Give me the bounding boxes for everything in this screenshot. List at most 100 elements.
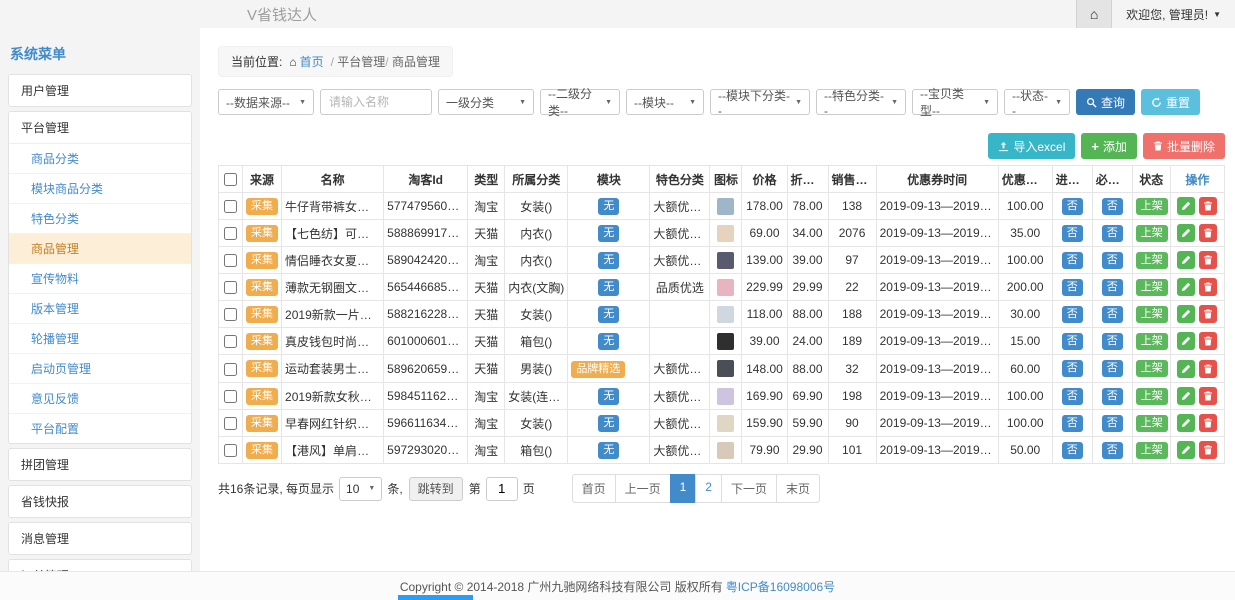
select-all-checkbox[interactable]	[224, 173, 237, 186]
import-select-toggle[interactable]: 否	[1062, 415, 1083, 432]
must-buy-toggle[interactable]: 否	[1102, 333, 1123, 350]
must-buy-toggle[interactable]: 否	[1102, 415, 1123, 432]
must-buy-toggle[interactable]: 否	[1102, 198, 1123, 215]
row-checkbox[interactable]	[224, 417, 237, 430]
import-select-toggle[interactable]: 否	[1062, 306, 1083, 323]
delete-button[interactable]	[1199, 332, 1217, 350]
search-button[interactable]: 查询	[1076, 89, 1135, 115]
delete-button[interactable]	[1199, 197, 1217, 215]
status-toggle[interactable]: 上架	[1136, 333, 1168, 350]
must-buy-toggle[interactable]: 否	[1102, 279, 1123, 296]
row-checkbox[interactable]	[224, 200, 237, 213]
status-toggle[interactable]: 上架	[1136, 306, 1168, 323]
row-checkbox[interactable]	[224, 254, 237, 267]
edit-button[interactable]	[1177, 332, 1195, 350]
sidebar-group-label[interactable]: 用户管理	[9, 75, 191, 106]
delete-button[interactable]	[1199, 305, 1217, 323]
row-checkbox[interactable]	[224, 335, 237, 348]
edit-button[interactable]	[1177, 387, 1195, 405]
page-button[interactable]: 上一页	[615, 474, 671, 503]
sidebar-item[interactable]: 轮播管理	[9, 324, 191, 354]
home-button[interactable]: ⌂	[1076, 0, 1112, 28]
import-select-toggle[interactable]: 否	[1062, 198, 1083, 215]
edit-button[interactable]	[1177, 197, 1195, 215]
filter-select[interactable]: --宝贝类型--▼	[912, 89, 998, 115]
filter-select[interactable]: --模块下分类--▼	[710, 89, 810, 115]
sidebar-group-label[interactable]: 消息管理	[9, 523, 191, 554]
sidebar-item[interactable]: 商品分类	[9, 144, 191, 174]
page-button[interactable]: 下一页	[721, 474, 777, 503]
sidebar-item[interactable]: 宣传物料	[9, 264, 191, 294]
edit-button[interactable]	[1177, 278, 1195, 296]
delete-button[interactable]	[1199, 224, 1217, 242]
row-checkbox[interactable]	[224, 227, 237, 240]
filter-select[interactable]: --特色分类--▼	[816, 89, 906, 115]
filter-select[interactable]: --模块--▼	[626, 89, 704, 115]
user-menu[interactable]: 欢迎您, 管理员! ▼	[1112, 0, 1235, 28]
delete-button[interactable]	[1199, 441, 1217, 459]
add-button[interactable]: + 添加	[1081, 133, 1137, 159]
row-checkbox[interactable]	[224, 363, 237, 376]
delete-button[interactable]	[1199, 251, 1217, 269]
import-select-toggle[interactable]: 否	[1062, 388, 1083, 405]
edit-button[interactable]	[1177, 305, 1195, 323]
status-toggle[interactable]: 上架	[1136, 225, 1168, 242]
jump-button[interactable]: 跳转到	[409, 477, 463, 501]
filter-select[interactable]: 一级分类▼	[438, 89, 534, 115]
page-button[interactable]: 2	[695, 474, 722, 503]
filter-name-input[interactable]	[320, 89, 432, 115]
status-toggle[interactable]: 上架	[1136, 442, 1168, 459]
status-toggle[interactable]: 上架	[1136, 252, 1168, 269]
status-toggle[interactable]: 上架	[1136, 198, 1168, 215]
filter-select[interactable]: --状态--▼	[1004, 89, 1070, 115]
page-size-select[interactable]: 10 ▼	[339, 477, 382, 501]
import-select-toggle[interactable]: 否	[1062, 442, 1083, 459]
status-toggle[interactable]: 上架	[1136, 360, 1168, 377]
delete-button[interactable]	[1199, 278, 1217, 296]
status-toggle[interactable]: 上架	[1136, 415, 1168, 432]
must-buy-toggle[interactable]: 否	[1102, 306, 1123, 323]
icp-link[interactable]: 粤ICP备16098006号	[726, 578, 835, 595]
edit-button[interactable]	[1177, 360, 1195, 378]
sidebar-item[interactable]: 模块商品分类	[9, 174, 191, 204]
delete-button[interactable]	[1199, 360, 1217, 378]
page-button[interactable]: 末页	[776, 474, 820, 503]
filter-select[interactable]: --二级分类--▼	[540, 89, 620, 115]
sidebar-item[interactable]: 特色分类	[9, 204, 191, 234]
reset-button[interactable]: 重置	[1141, 89, 1200, 115]
edit-button[interactable]	[1177, 441, 1195, 459]
sidebar-item[interactable]: 版本管理	[9, 294, 191, 324]
must-buy-toggle[interactable]: 否	[1102, 225, 1123, 242]
edit-button[interactable]	[1177, 224, 1195, 242]
import-select-toggle[interactable]: 否	[1062, 333, 1083, 350]
sidebar-group-label[interactable]: 平台管理	[9, 112, 191, 143]
import-select-toggle[interactable]: 否	[1062, 252, 1083, 269]
sidebar-item[interactable]: 平台配置	[9, 414, 191, 443]
edit-button[interactable]	[1177, 251, 1195, 269]
row-checkbox[interactable]	[224, 444, 237, 457]
must-buy-toggle[interactable]: 否	[1102, 388, 1123, 405]
delete-button[interactable]	[1199, 414, 1217, 432]
status-toggle[interactable]: 上架	[1136, 388, 1168, 405]
batch-delete-button[interactable]: 批量删除	[1143, 133, 1225, 159]
horizontal-scrollbar-thumb[interactable]	[398, 595, 473, 600]
edit-button[interactable]	[1177, 414, 1195, 432]
sidebar-group-label[interactable]: 省钱快报	[9, 486, 191, 517]
page-button[interactable]: 首页	[572, 474, 616, 503]
must-buy-toggle[interactable]: 否	[1102, 360, 1123, 377]
sidebar-item[interactable]: 商品管理	[9, 234, 191, 264]
filter-select[interactable]: --数据来源--▼	[218, 89, 314, 115]
row-checkbox[interactable]	[224, 308, 237, 321]
must-buy-toggle[interactable]: 否	[1102, 442, 1123, 459]
breadcrumb-home-link[interactable]: ⌂ 首页	[289, 53, 323, 70]
import-excel-button[interactable]: 导入excel	[988, 133, 1075, 159]
jump-page-input[interactable]	[486, 477, 518, 501]
sidebar-item[interactable]: 意见反馈	[9, 384, 191, 414]
import-select-toggle[interactable]: 否	[1062, 225, 1083, 242]
status-toggle[interactable]: 上架	[1136, 279, 1168, 296]
import-select-toggle[interactable]: 否	[1062, 279, 1083, 296]
row-checkbox[interactable]	[224, 390, 237, 403]
page-button[interactable]: 1	[670, 474, 697, 503]
sidebar-group-label[interactable]: 拼团管理	[9, 449, 191, 480]
sidebar-item[interactable]: 启动页管理	[9, 354, 191, 384]
